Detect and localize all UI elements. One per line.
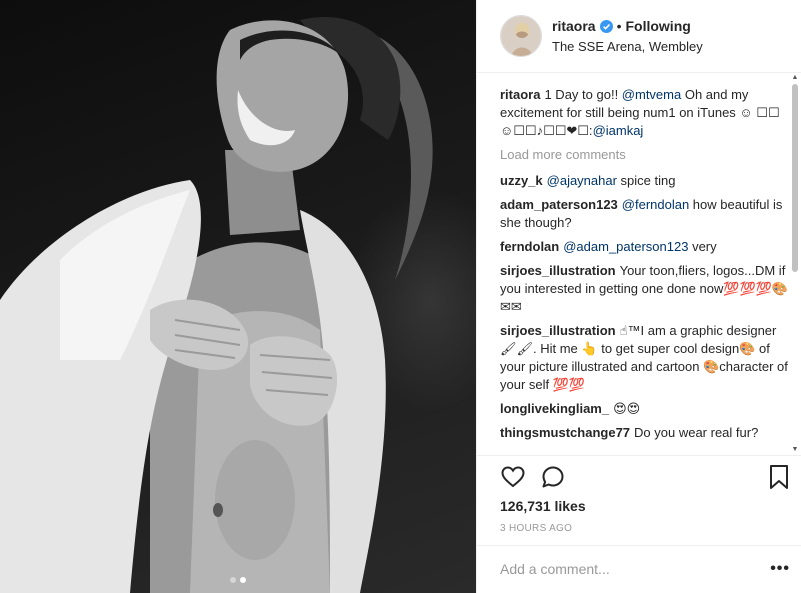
more-options-button[interactable]: •••: [770, 560, 790, 578]
list-item: uzzy_k @ajaynahar spice ting: [500, 172, 790, 190]
post-actions: [500, 462, 790, 492]
list-item: adam_paterson123 @ferndolan how beautiful…: [500, 196, 790, 232]
post-author-username[interactable]: ritaora: [552, 17, 596, 35]
caption: ritaora 1 Day to go!! @mtvema Oh and my e…: [500, 86, 790, 140]
scroll-down-icon[interactable]: ▼: [791, 446, 799, 454]
comment-username[interactable]: adam_paterson123: [500, 197, 618, 212]
comment-text: Do you wear real fur?: [634, 425, 759, 440]
photo-illustration: [0, 16, 433, 593]
post-header: ritaora • Following The SSE Arena, Wembl…: [477, 0, 801, 73]
comment-username[interactable]: sirjoes_illustration: [500, 263, 616, 278]
carousel-dot-1[interactable]: [230, 577, 236, 583]
following-button[interactable]: Following: [625, 17, 690, 35]
divider: [477, 455, 801, 456]
post-timestamp[interactable]: 3 HOURS AGO: [500, 523, 572, 534]
heart-icon[interactable]: [500, 464, 526, 490]
comment-username[interactable]: longlivekingliam_: [500, 401, 609, 416]
comment-username[interactable]: sirjoes_illustration: [500, 323, 616, 338]
comment-mention[interactable]: @ferndolan: [622, 197, 689, 212]
add-comment-row: •••: [500, 560, 790, 578]
list-item: longlivekingliam_ 😍😍: [500, 400, 790, 418]
comment-username[interactable]: thingsmustchange77: [500, 425, 630, 440]
scroll-thumb[interactable]: [792, 84, 798, 272]
likes-count[interactable]: 126,731 likes: [500, 498, 586, 514]
comment-username[interactable]: ferndolan: [500, 239, 559, 254]
post-location[interactable]: The SSE Arena, Wembley: [552, 39, 703, 55]
carousel-indicator: [0, 577, 476, 583]
caption-text: 1 Day to go!!: [544, 87, 622, 102]
list-item: sirjoes_illustration Your toon,fliers, lo…: [500, 262, 790, 316]
avatar[interactable]: [500, 15, 542, 57]
comment-mention[interactable]: @ajaynahar: [547, 173, 617, 188]
divider: [477, 545, 801, 546]
post-details-panel: ritaora • Following The SSE Arena, Wembl…: [476, 0, 801, 593]
caption-mention-2[interactable]: @iamkaj: [593, 123, 644, 138]
comments-scrollbar[interactable]: ▲ ▼: [791, 74, 799, 454]
comments-list: ritaora 1 Day to go!! @mtvema Oh and my e…: [500, 86, 790, 452]
scroll-up-icon[interactable]: ▲: [791, 74, 799, 82]
list-item: ferndolan @adam_paterson123 very: [500, 238, 790, 256]
post-photo[interactable]: [0, 0, 476, 593]
caption-mention[interactable]: @mtvema: [622, 87, 681, 102]
comment-text: very: [688, 239, 717, 254]
comment-text: spice ting: [616, 173, 676, 188]
load-more-comments-button[interactable]: Load more comments: [500, 146, 790, 164]
comment-bubble-icon[interactable]: [540, 464, 566, 490]
comment-text: 😍😍: [613, 401, 641, 416]
comment-username[interactable]: uzzy_k: [500, 173, 543, 188]
comment-mention[interactable]: @adam_paterson123: [563, 239, 688, 254]
list-item: sirjoes_illustration ☝™I am a graphic des…: [500, 322, 790, 394]
header-separator: •: [616, 18, 622, 34]
verified-badge-icon: [599, 19, 613, 33]
carousel-dot-2[interactable]: [240, 577, 246, 583]
bookmark-icon[interactable]: [768, 464, 790, 490]
comment-input[interactable]: [500, 561, 750, 577]
list-item: thingsmustchange77 Do you wear real fur?: [500, 424, 790, 442]
caption-username[interactable]: ritaora: [500, 87, 540, 102]
